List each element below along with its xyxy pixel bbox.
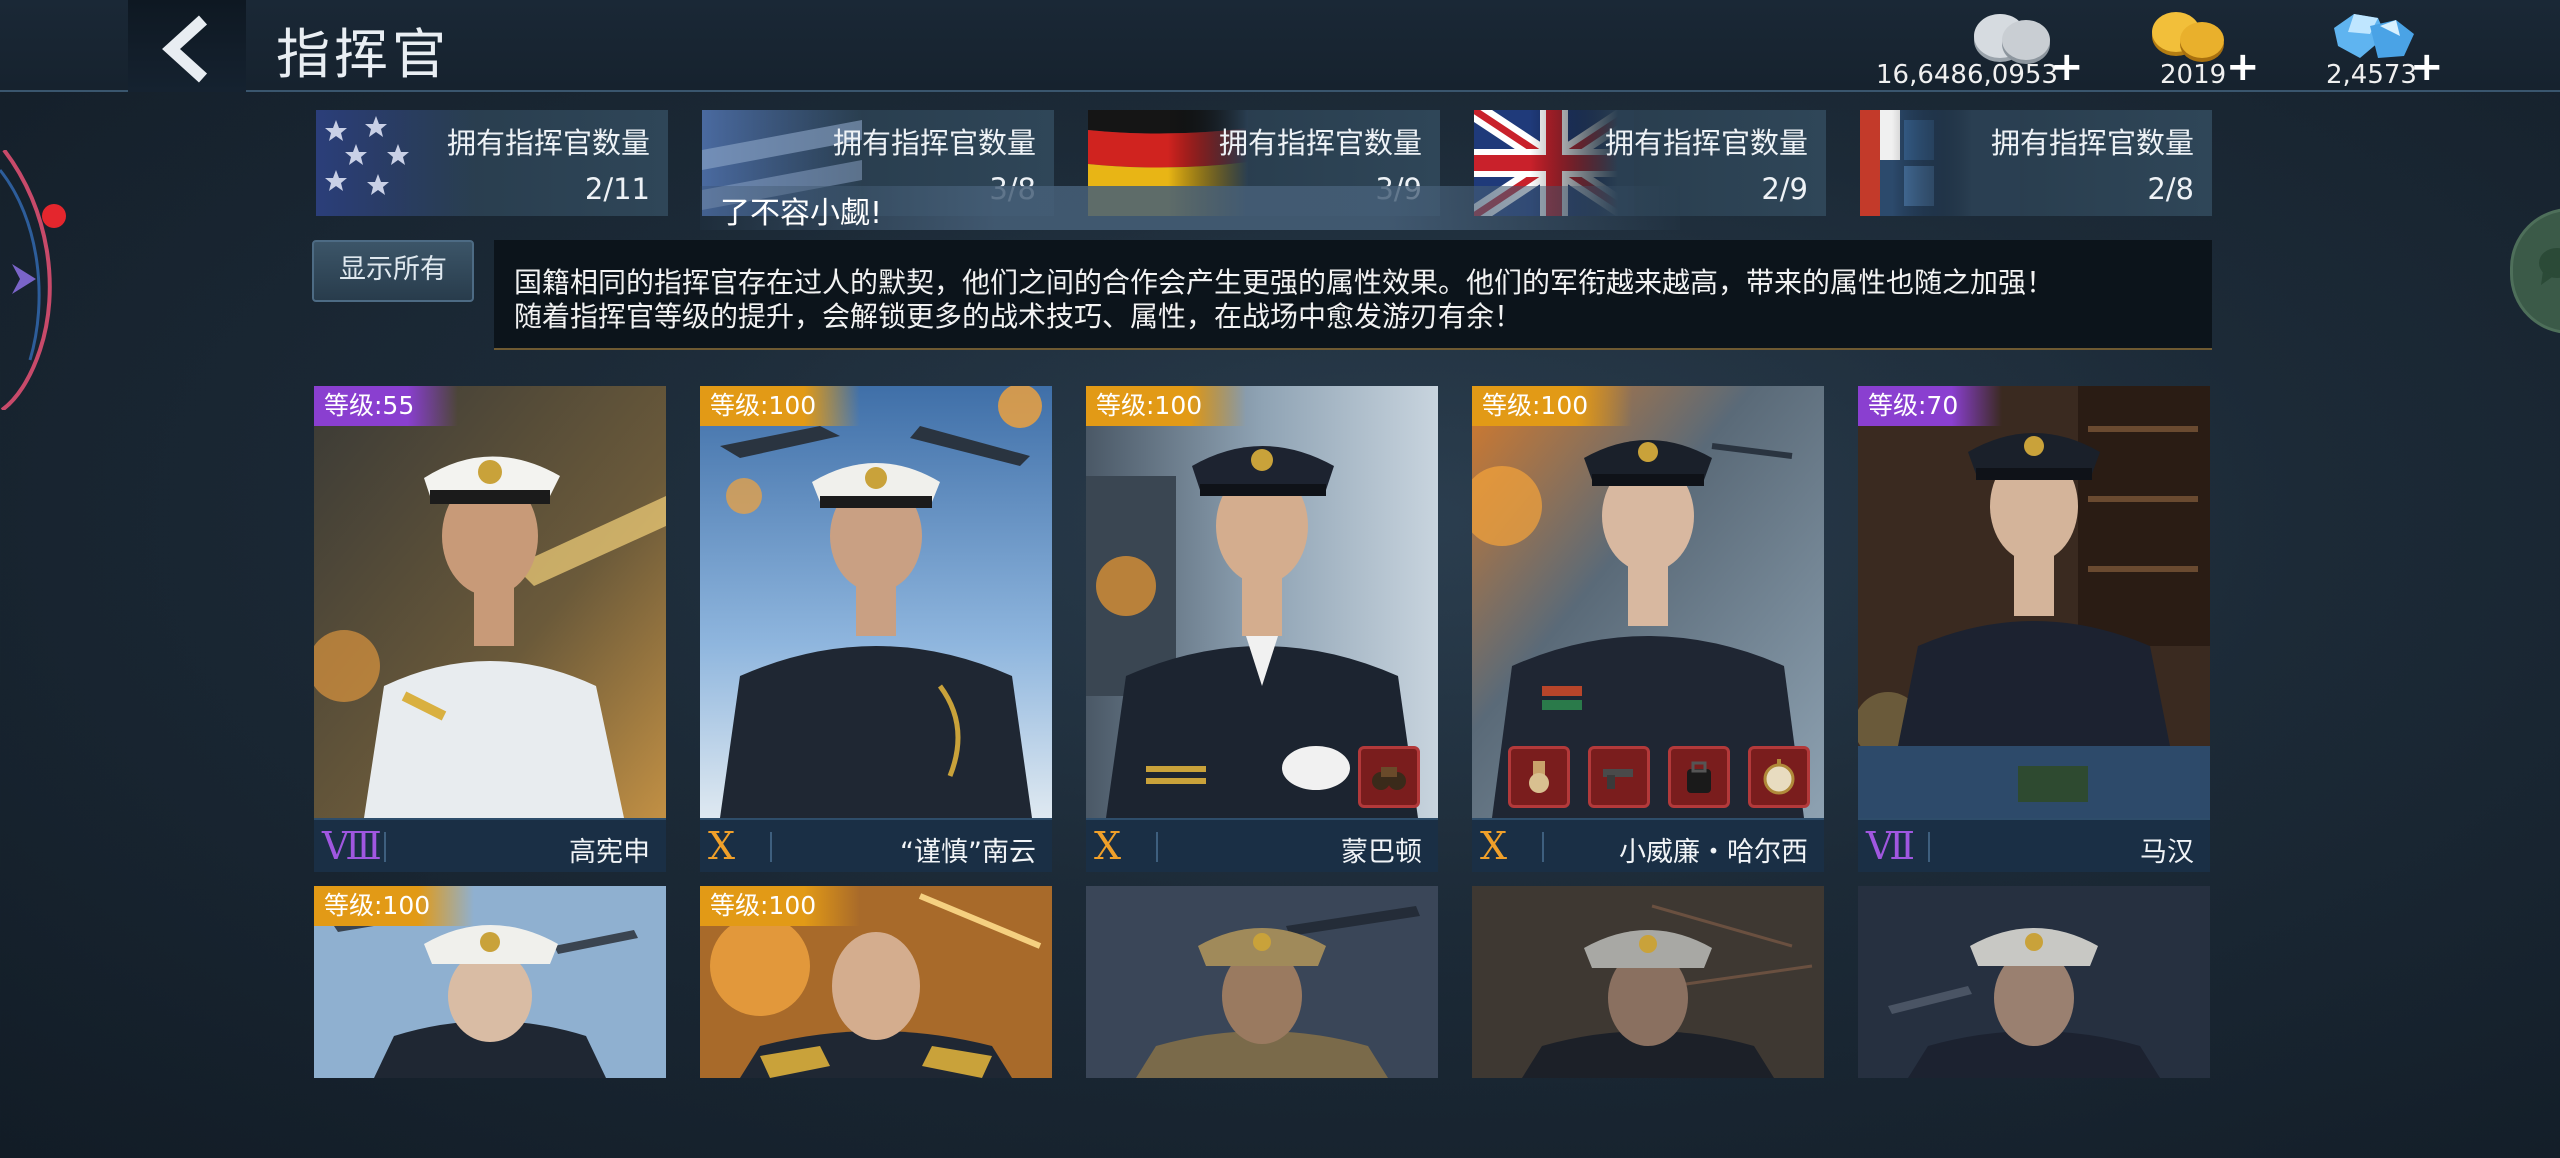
top-bar: 指挥官 16,6486,0953 + 2019 + 2,4573 + [0, 0, 2560, 92]
level-badge: 等级:100 [314, 886, 475, 926]
add-silver-button[interactable]: + [2050, 44, 2084, 90]
chat-button[interactable] [2510, 208, 2560, 334]
pocket-watch-icon [1763, 759, 1795, 795]
medal-icon [1529, 761, 1549, 793]
binoculars-icon [1372, 767, 1406, 790]
rank-numeral: X [708, 824, 736, 868]
divider [384, 832, 386, 862]
equipment-slot[interactable] [1668, 746, 1730, 808]
silver-value: 16,6486,0953 [1876, 60, 2058, 90]
commander-card[interactable] [1472, 886, 1824, 1078]
level-badge: 等级:100 [1086, 386, 1247, 426]
name-bar: Ⅷ 高宪申 [314, 818, 666, 872]
nation-count: 2/8 [2147, 172, 2194, 206]
commander-card[interactable]: 等级:100 [700, 886, 1052, 1078]
show-all-button[interactable]: 显示所有 [312, 240, 474, 302]
name-bar: X 蒙巴顿 [1086, 818, 1438, 872]
description-line-2: 随着指挥官等级的提升，会解锁更多的战术技巧、属性，在战场中愈发游刃有余！ [514, 300, 1523, 333]
nation-label: 拥有指挥官数量 [1218, 126, 1422, 160]
commander-name: 蒙巴顿 [1341, 837, 1422, 868]
nation-label: 拥有指挥官数量 [1604, 126, 1808, 160]
nation-tab-other[interactable]: 拥有指挥官数量 2/8 [1860, 110, 2212, 216]
level-badge: 等级:55 [314, 386, 459, 426]
commander-card[interactable]: 等级:100 [314, 886, 666, 1078]
equipment-slot[interactable] [1748, 746, 1810, 808]
description-panel: 国籍相同的指挥官存在过人的默契，他们之间的合作会产生更强的属性效果。他们的军衔越… [494, 240, 2212, 350]
diamond-value: 2,4573 [2326, 60, 2417, 90]
nation-label: 拥有指挥官数量 [446, 126, 650, 160]
gold-currency[interactable]: 2019 + [2140, 6, 2280, 90]
commander-portrait [1086, 886, 1438, 1078]
divider [1928, 832, 1930, 862]
commander-portrait [700, 386, 1052, 818]
rank-numeral: X [1480, 824, 1508, 868]
name-bar: Ⅶ 马汉 [1858, 818, 2210, 872]
add-diamond-button[interactable]: + [2410, 44, 2444, 90]
page-title: 指挥官 [276, 23, 450, 86]
commander-name: 高宪申 [569, 837, 650, 868]
name-bar: X 小威廉・哈尔西 [1472, 818, 1824, 872]
back-arrow-icon [162, 15, 208, 83]
gold-value: 2019 [2160, 60, 2227, 90]
nation-label: 拥有指挥官数量 [832, 126, 1036, 160]
name-bar: X “谨慎”南云 [700, 818, 1052, 872]
level-badge: 等级:100 [700, 386, 861, 426]
description-line-1: 国籍相同的指挥官存在过人的默契，他们之间的合作会产生更强的属性效果。他们的军衔越… [514, 266, 2055, 299]
pistol-icon [1603, 769, 1633, 789]
commander-card[interactable] [1086, 886, 1438, 1078]
commander-card[interactable]: 等级:100 X 小威廉・哈尔西 [1472, 386, 1824, 872]
bag-icon [1687, 761, 1711, 793]
back-button[interactable] [128, 0, 246, 92]
commander-portrait [1472, 886, 1824, 1078]
commander-portrait [314, 386, 666, 818]
commander-card[interactable]: 等级:100 X “谨慎”南云 [700, 386, 1052, 872]
nation-count: 2/11 [584, 172, 650, 206]
commander-name: “谨慎”南云 [900, 837, 1036, 868]
divider [1542, 832, 1544, 862]
rank-numeral: X [1094, 824, 1122, 868]
commander-card[interactable] [1858, 886, 2210, 1078]
rank-numeral: Ⅶ [1866, 824, 1916, 868]
add-gold-button[interactable]: + [2226, 44, 2260, 90]
commander-card[interactable]: 等级:100 X 蒙巴顿 [1086, 386, 1438, 872]
rank-numeral: Ⅷ [322, 824, 382, 868]
commander-portrait [1858, 386, 2210, 818]
nation-label: 拥有指挥官数量 [1990, 126, 2194, 160]
divider [1156, 832, 1158, 862]
equipment-slots [1508, 746, 1814, 816]
equipment-slots [1358, 746, 1428, 816]
equipment-slot[interactable] [1508, 746, 1570, 808]
level-badge: 等级:100 [1472, 386, 1633, 426]
notification-dot [42, 204, 66, 228]
equipment-slot[interactable] [1588, 746, 1650, 808]
commander-card[interactable]: 等级:55 Ⅷ 高宪申 [314, 386, 666, 872]
commander-name: 小威廉・哈尔西 [1619, 837, 1808, 868]
divider [770, 832, 772, 862]
commander-portrait [1858, 886, 2210, 1078]
level-badge: 等级:70 [1858, 386, 2003, 426]
nation-tab-usa[interactable]: 拥有指挥官数量 2/11 [316, 110, 668, 216]
expand-menu-icon[interactable] [10, 262, 38, 296]
commander-name: 马汉 [2140, 837, 2194, 868]
nation-count: 2/9 [1761, 172, 1808, 206]
silver-currency[interactable]: 16,6486,0953 + [1876, 6, 2084, 90]
diamond-currency[interactable]: 2,4573 + [2320, 6, 2460, 90]
level-badge: 等级:100 [700, 886, 861, 926]
toast-message: 了不容小觑! [720, 196, 883, 231]
commander-card[interactable]: 等级:70 Ⅶ 马汉 [1858, 386, 2210, 872]
chat-icon [2539, 248, 2560, 285]
equipment-slot[interactable] [1358, 746, 1420, 808]
